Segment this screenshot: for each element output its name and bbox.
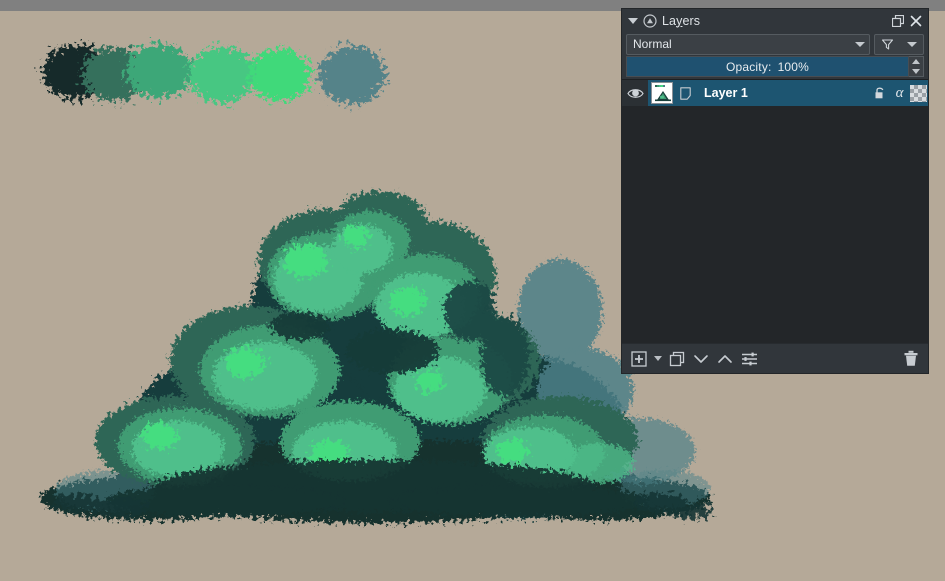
opacity-decrement-button[interactable] bbox=[909, 67, 923, 77]
caret-up-icon bbox=[912, 59, 920, 64]
move-layer-up-button[interactable] bbox=[714, 348, 736, 370]
layers-docker[interactable]: Layers Normal bbox=[621, 8, 929, 374]
plus-box-icon bbox=[631, 351, 647, 367]
layer-filter-button[interactable] bbox=[874, 34, 924, 55]
delete-layer-button[interactable] bbox=[900, 348, 922, 370]
layers-toolbar bbox=[622, 343, 928, 373]
chevron-down-icon bbox=[692, 351, 710, 367]
bush-painting bbox=[40, 191, 712, 523]
table-row[interactable]: Layer 1 α bbox=[622, 80, 928, 106]
chevron-up-icon bbox=[716, 351, 734, 367]
funnel-filter-icon bbox=[881, 38, 894, 51]
alpha-icon: α bbox=[896, 85, 904, 102]
layers-docker-icon bbox=[643, 14, 657, 28]
opacity-increment-button[interactable] bbox=[909, 57, 923, 67]
onion-skin-icon bbox=[680, 87, 691, 100]
move-layer-down-button[interactable] bbox=[690, 348, 712, 370]
palette-swatch-5 bbox=[319, 46, 385, 104]
blend-mode-value: Normal bbox=[633, 37, 855, 51]
float-window-icon[interactable] bbox=[890, 13, 906, 29]
layers-docker-header: Layers bbox=[622, 9, 928, 32]
palette-swatch-row bbox=[42, 44, 385, 104]
opacity-label: Opacity: bbox=[726, 60, 772, 74]
layer-lock-toggle[interactable] bbox=[871, 80, 890, 106]
add-layer-button[interactable] bbox=[628, 348, 650, 370]
layer-properties-button[interactable] bbox=[738, 348, 760, 370]
opacity-spinner[interactable] bbox=[909, 56, 924, 77]
opacity-row: Opacity: 100% bbox=[622, 56, 928, 77]
layers-docker-title: Layers bbox=[662, 14, 888, 28]
opacity-slider[interactable]: Opacity: 100% bbox=[626, 56, 909, 77]
layers-title-part-1: La bbox=[662, 14, 676, 28]
inherit-alpha-toggle[interactable] bbox=[909, 80, 928, 106]
eye-icon bbox=[627, 87, 644, 100]
lock-open-icon bbox=[874, 86, 887, 100]
opacity-readout: Opacity: 100% bbox=[627, 57, 908, 76]
blend-mode-row: Normal bbox=[622, 32, 928, 56]
duplicate-icon bbox=[669, 351, 685, 367]
layer-list[interactable]: Layer 1 α bbox=[622, 79, 928, 343]
close-icon[interactable] bbox=[908, 13, 924, 29]
layer-thumbnail-image bbox=[652, 83, 673, 104]
caret-down-icon[interactable] bbox=[628, 18, 638, 24]
trash-icon bbox=[903, 350, 919, 367]
filter-chevron-down-icon[interactable] bbox=[907, 42, 917, 47]
layers-title-part-2: ers bbox=[682, 14, 700, 28]
palette-swatch-2 bbox=[126, 44, 192, 98]
palette-swatch-3 bbox=[189, 47, 255, 103]
caret-down-icon bbox=[912, 69, 920, 74]
caret-down-icon bbox=[654, 356, 662, 361]
sliders-icon bbox=[741, 351, 758, 367]
palette-swatch-4 bbox=[249, 49, 311, 101]
checkerboard-icon bbox=[910, 85, 927, 102]
blend-mode-combobox[interactable]: Normal bbox=[626, 34, 870, 55]
layer-thumbnail[interactable] bbox=[648, 80, 676, 106]
chevron-down-icon bbox=[855, 42, 865, 47]
opacity-value: 100% bbox=[778, 60, 810, 74]
layer-visibility-toggle[interactable] bbox=[622, 80, 648, 106]
application-window: Layers Normal bbox=[0, 0, 945, 581]
add-layer-menu-button[interactable] bbox=[652, 348, 664, 370]
layer-name[interactable]: Layer 1 bbox=[694, 80, 871, 106]
onion-skin-toggle[interactable] bbox=[676, 80, 694, 106]
alpha-lock-toggle[interactable]: α bbox=[890, 80, 909, 106]
duplicate-layer-button[interactable] bbox=[666, 348, 688, 370]
